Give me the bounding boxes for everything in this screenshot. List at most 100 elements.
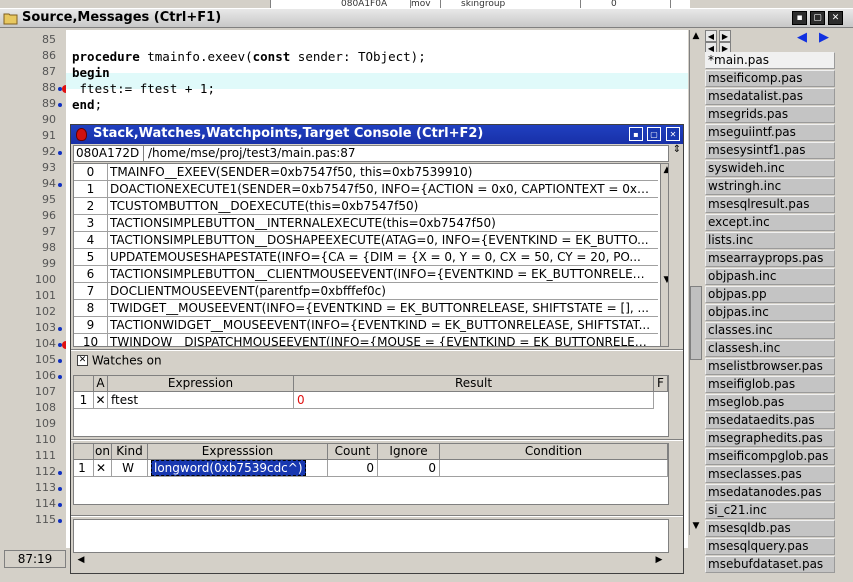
file-tab[interactable]: mseificomp.pas bbox=[705, 70, 835, 87]
watch-header-active[interactable]: A bbox=[94, 376, 108, 392]
stack-frame-row[interactable]: 5 UPDATEMOUSESHAPESTATE(INFO={CA = {DIM =… bbox=[74, 249, 658, 266]
file-tab[interactable]: si_c21.inc bbox=[705, 502, 835, 519]
file-tab[interactable]: mseglob.pas bbox=[705, 394, 835, 411]
close-button[interactable]: ✕ bbox=[828, 11, 843, 25]
file-tab[interactable]: msegraphedits.pas bbox=[705, 430, 835, 447]
stack-frame-row[interactable]: 10 TWINDOW__DISPATCHMOUSEEVENT(INFO={MOUS… bbox=[74, 334, 658, 346]
wp-expression-text[interactable]: longword(0xb7539cdc^) bbox=[151, 460, 306, 476]
file-tab[interactable]: syswideh.inc bbox=[705, 160, 835, 177]
file-tab[interactable]: mseifiglob.pas bbox=[705, 376, 835, 393]
splitter[interactable] bbox=[71, 349, 683, 351]
file-tab[interactable]: msedatanodes.pas bbox=[705, 484, 835, 501]
watch-expression[interactable]: ftest bbox=[108, 392, 294, 409]
line-marker-icon[interactable] bbox=[58, 151, 62, 155]
stack-frame-row[interactable]: 0 TMAINFO__EXEEV(SENDER=0xb7547f50, this=… bbox=[74, 164, 658, 181]
stack-frame-row[interactable]: 7 DOCLIENTMOUSEEVENT(parentfp=0xbfffef0c) bbox=[74, 283, 658, 300]
file-tab[interactable]: msebufdataset.pas bbox=[705, 556, 835, 573]
scroll-down-icon[interactable]: ▼ bbox=[690, 520, 702, 532]
stack-frame-row[interactable]: 8 TWIDGET__MOUSEEVENT(INFO={EVENTKIND = E… bbox=[74, 300, 658, 317]
stack-vscroll[interactable]: ▲ ▼ bbox=[660, 164, 668, 346]
minimize-button[interactable]: ▪ bbox=[792, 11, 807, 25]
watch-header-expression[interactable]: Expression bbox=[108, 376, 294, 392]
watch-active-toggle[interactable]: ✕ bbox=[94, 392, 108, 409]
file-tab[interactable]: objpas.inc bbox=[705, 304, 835, 321]
stack-frame-row[interactable]: 2 TCUSTOMBUTTON__DOEXECUTE(this=0xb7547f5… bbox=[74, 198, 658, 215]
scroll-up-icon[interactable]: ▲ bbox=[690, 30, 702, 42]
file-tab[interactable]: classes.inc bbox=[705, 322, 835, 339]
stack-frame-row[interactable]: 9 TACTIONWIDGET__MOUSEEVENT(INFO={EVENTKI… bbox=[74, 317, 658, 334]
file-tab[interactable]: wstringh.inc bbox=[705, 178, 835, 195]
line-marker-icon[interactable] bbox=[58, 471, 62, 475]
file-tab[interactable]: mseclasses.pas bbox=[705, 466, 835, 483]
line-marker-icon[interactable] bbox=[58, 487, 62, 491]
stack-frame-list[interactable]: 0 TMAINFO__EXEEV(SENDER=0xb7547f50, this=… bbox=[73, 163, 669, 347]
scroll-left-icon[interactable]: ◀ bbox=[75, 554, 87, 566]
stack-frame-row[interactable]: 4 TACTIONSIMPLEBUTTON__DOSHAPEEXECUTE(ATA… bbox=[74, 232, 658, 249]
file-tab[interactable]: msegrids.pas bbox=[705, 106, 835, 123]
stack-maximize-button[interactable]: ▢ bbox=[647, 127, 661, 141]
file-tab[interactable]: msedatalist.pas bbox=[705, 88, 835, 105]
code-line[interactable]: end; bbox=[72, 97, 102, 112]
nav-left-icon[interactable]: ◀ bbox=[705, 30, 717, 42]
splitter[interactable] bbox=[71, 515, 683, 517]
file-tab[interactable]: msedataedits.pas bbox=[705, 412, 835, 429]
splitter-icon[interactable]: ⇕ bbox=[671, 144, 683, 174]
watch-header-format[interactable]: F bbox=[654, 376, 668, 392]
stack-minimize-button[interactable]: ▪ bbox=[629, 127, 643, 141]
wp-header-expression[interactable]: Expresssion bbox=[148, 444, 328, 460]
line-marker-icon[interactable] bbox=[58, 359, 62, 363]
watches-on-checkbox[interactable]: ✕ bbox=[77, 355, 88, 366]
wp-header-condition[interactable]: Condition bbox=[440, 444, 668, 460]
stack-title-bar[interactable]: Stack,Watches,Watchpoints,Target Console… bbox=[71, 125, 683, 144]
watch-result[interactable]: 0 bbox=[294, 392, 654, 409]
wp-kind[interactable]: W bbox=[112, 460, 148, 477]
file-tab[interactable]: classesh.inc bbox=[705, 340, 835, 357]
code-line[interactable]: procedure tmainfo.exeev(const sender: TO… bbox=[72, 49, 426, 64]
stack-frame-row[interactable]: 1 DOACTIONEXECUTE1(SENDER=0xb7547f50, INF… bbox=[74, 181, 658, 198]
line-marker-icon[interactable] bbox=[58, 519, 62, 523]
next-tab-icon[interactable]: ▶ bbox=[819, 30, 833, 45]
file-tab[interactable]: except.inc bbox=[705, 214, 835, 231]
watch-num[interactable]: 1 bbox=[74, 392, 94, 409]
wp-count[interactable]: 0 bbox=[328, 460, 378, 477]
watch-header-result[interactable]: Result bbox=[294, 376, 654, 392]
line-marker-icon[interactable] bbox=[58, 375, 62, 379]
wp-on-toggle[interactable]: ✕ bbox=[94, 460, 112, 477]
editor-vscroll[interactable]: ▲ ▼ bbox=[689, 30, 703, 535]
file-tab[interactable]: msesqlquery.pas bbox=[705, 538, 835, 555]
splitter[interactable] bbox=[71, 439, 683, 441]
file-tab[interactable]: mseguiintf.pas bbox=[705, 124, 835, 141]
target-console[interactable] bbox=[73, 519, 669, 553]
wp-header-on[interactable]: on bbox=[94, 444, 112, 460]
code-line[interactable]: begin bbox=[72, 65, 110, 80]
source-title-bar[interactable]: Source,Messages (Ctrl+F1) ▪ ▢ ✕ bbox=[0, 8, 853, 28]
watchpoints-grid[interactable]: on Kind Expresssion Count Ignore Conditi… bbox=[73, 443, 669, 505]
scroll-right-icon[interactable]: ▶ bbox=[653, 554, 665, 566]
watches-grid[interactable]: A Expression Result F 1 ✕ ftest 0 bbox=[73, 375, 669, 437]
editor-vscroll-thumb[interactable] bbox=[690, 286, 702, 360]
line-marker-icon[interactable] bbox=[58, 183, 62, 187]
watches-on-toggle[interactable]: ✕ Watches on bbox=[77, 353, 162, 371]
line-gutter[interactable]: 85 86 87 88 89 90 91 92 93 94 95 96 97 98 99 100 101 102 1… bbox=[4, 30, 70, 548]
stack-close-button[interactable]: ✕ bbox=[666, 127, 680, 141]
file-tab[interactable]: objpash.inc bbox=[705, 268, 835, 285]
wp-num[interactable]: 1 bbox=[74, 460, 94, 477]
file-tab[interactable]: msesqlresult.pas bbox=[705, 196, 835, 213]
code-line[interactable]: ftest:= ftest + 1; bbox=[72, 81, 215, 96]
wp-header-count[interactable]: Count bbox=[328, 444, 378, 460]
prev-tab-icon[interactable]: ◀ bbox=[797, 30, 811, 45]
wp-ignore[interactable]: 0 bbox=[378, 460, 440, 477]
file-tab[interactable]: *main.pas bbox=[705, 52, 835, 69]
file-tab[interactable]: msesqldb.pas bbox=[705, 520, 835, 537]
scroll-down-icon[interactable]: ▼ bbox=[661, 274, 668, 286]
line-marker-icon[interactable] bbox=[58, 503, 62, 507]
line-marker-icon[interactable] bbox=[58, 103, 62, 107]
file-tab[interactable]: mselistbrowser.pas bbox=[705, 358, 835, 375]
scroll-up-icon[interactable]: ▲ bbox=[661, 164, 668, 176]
stack-frame-row[interactable]: 3 TACTIONSIMPLEBUTTON__INTERNALEXECUTE(th… bbox=[74, 215, 658, 232]
file-tab[interactable]: lists.inc bbox=[705, 232, 835, 249]
file-tab[interactable]: objpas.pp bbox=[705, 286, 835, 303]
wp-expression[interactable]: longword(0xb7539cdc^) bbox=[148, 460, 328, 477]
maximize-button[interactable]: ▢ bbox=[810, 11, 825, 25]
file-tab[interactable]: mseificompglob.pas bbox=[705, 448, 835, 465]
